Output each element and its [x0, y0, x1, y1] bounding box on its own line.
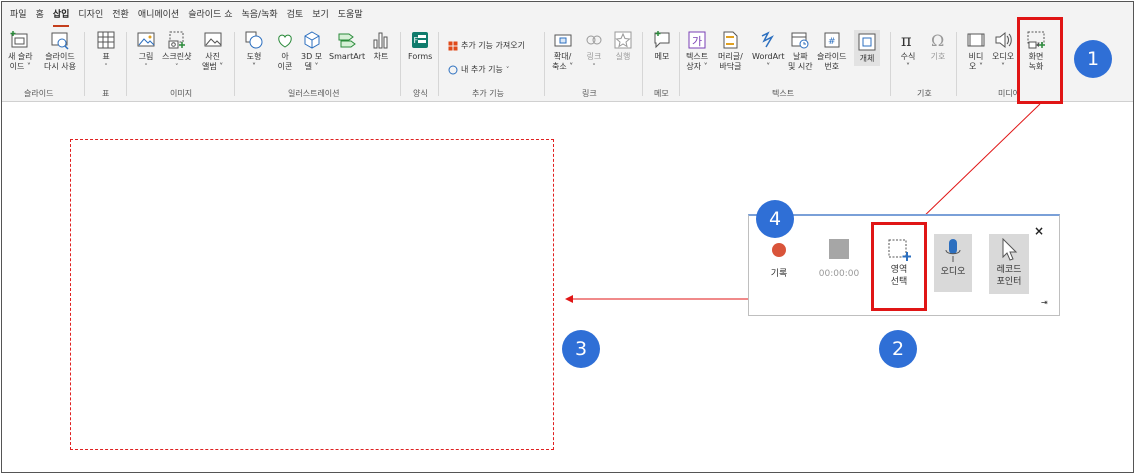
stop-button[interactable]: 00:00:00	[813, 238, 865, 280]
audio-toggle[interactable]: 오디오	[934, 234, 972, 292]
record-button[interactable]: 기록	[763, 242, 795, 280]
step-badge-2: 2	[879, 330, 917, 368]
record-icon	[772, 243, 786, 257]
pointer-icon	[1002, 238, 1018, 261]
pin-dock-icon[interactable]: ⇥	[1041, 298, 1048, 307]
close-button[interactable]: ×	[1034, 224, 1044, 238]
arrow-to-recorder	[917, 103, 1041, 223]
microphone-icon	[945, 239, 961, 262]
stop-icon	[829, 239, 849, 259]
highlight-select-area	[871, 222, 927, 311]
record-pointer-toggle[interactable]: 레코드 포인터	[989, 234, 1029, 294]
step-badge-4: 4	[756, 200, 794, 238]
